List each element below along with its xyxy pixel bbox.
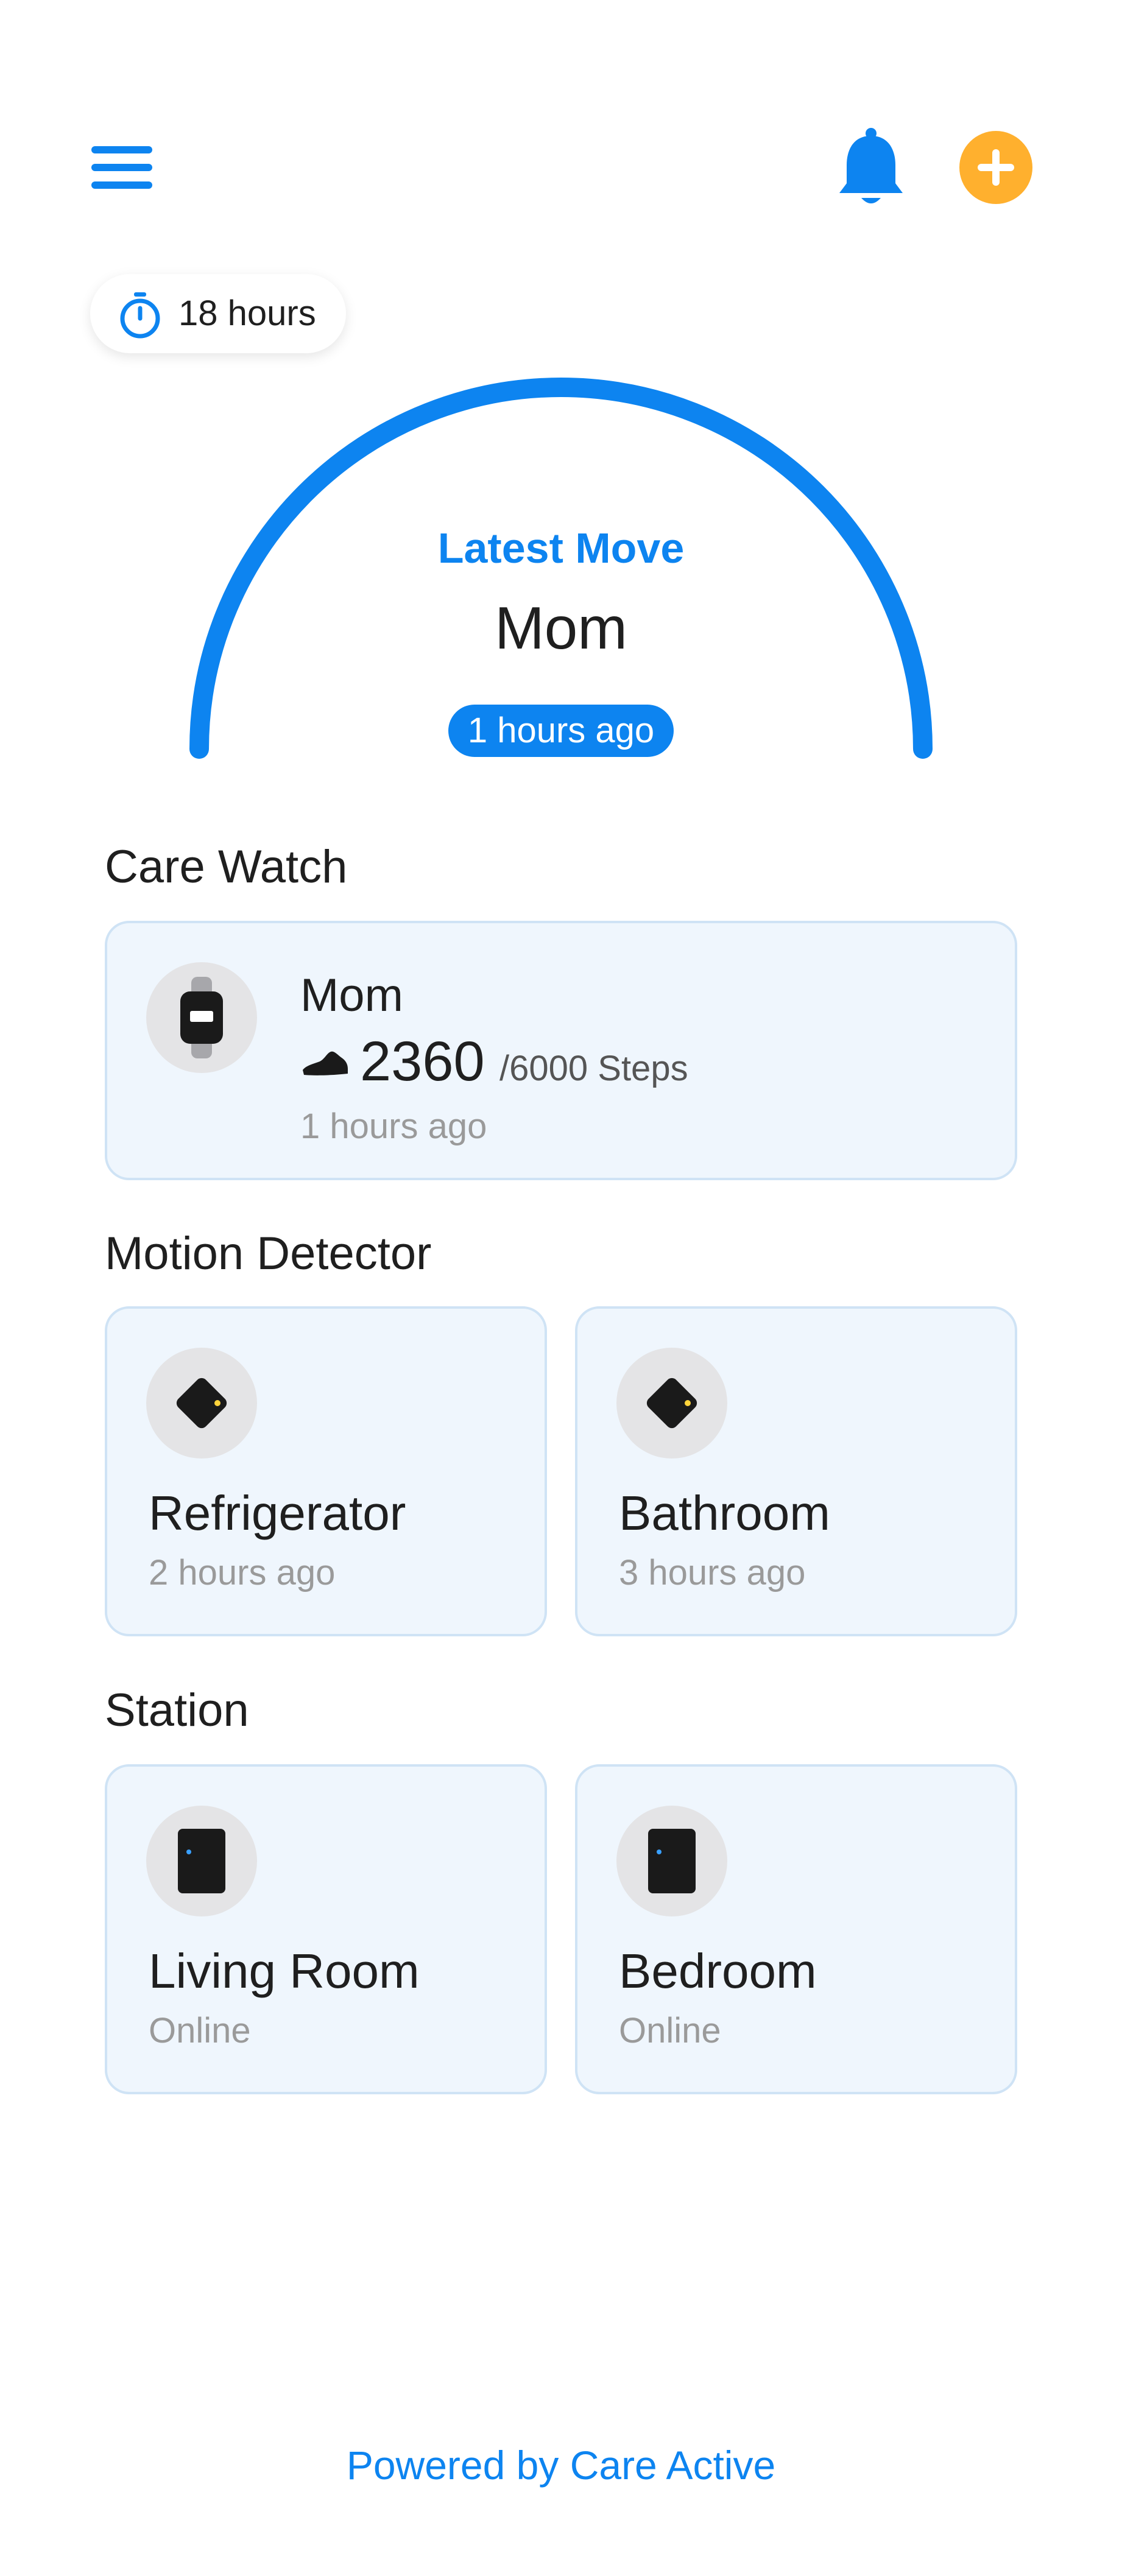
- station-icon-circle: [146, 1806, 257, 1916]
- motion-detector-time: 3 hours ago: [619, 1553, 806, 1592]
- stopwatch-icon: [120, 292, 160, 339]
- motion-detector-card-refrigerator[interactable]: Refrigerator 2 hours ago: [105, 1306, 547, 1636]
- station-icon-circle: [616, 1806, 727, 1916]
- station-card-bedroom[interactable]: Bedroom Online: [575, 1764, 1017, 2094]
- menu-bar: [91, 181, 152, 189]
- elapsed-time-pill[interactable]: 18 hours: [90, 274, 346, 353]
- add-device-button[interactable]: [959, 131, 1032, 204]
- station-label: Living Room: [149, 1944, 420, 1998]
- motion-detector-section-title: Motion Detector: [105, 1228, 432, 1279]
- motion-icon-circle: [616, 1348, 727, 1459]
- bell-icon: [839, 128, 903, 203]
- watch-wearer-name: Mom: [300, 970, 403, 1021]
- notifications-button[interactable]: [834, 125, 908, 210]
- station-status: Online: [149, 2011, 251, 2050]
- watch-icon-circle: [146, 962, 257, 1073]
- steps-goal: /6000 Steps: [499, 1049, 688, 1088]
- station-card-living-room[interactable]: Living Room Online: [105, 1764, 547, 2094]
- station-status: Online: [619, 2011, 721, 2050]
- motion-sensor-icon: [646, 1378, 697, 1429]
- station-device-icon: [648, 1829, 696, 1893]
- motion-detector-label: Bathroom: [619, 1486, 830, 1540]
- care-watch-section-title: Care Watch: [105, 841, 348, 893]
- station-section-title: Station: [105, 1684, 249, 1736]
- watch-last-seen: 1 hours ago: [300, 1107, 487, 1146]
- motion-detector-card-bathroom[interactable]: Bathroom 3 hours ago: [575, 1306, 1017, 1636]
- elapsed-time-text: 18 hours: [178, 294, 316, 333]
- latest-move-name: Mom: [495, 594, 627, 661]
- steps-count: 2360: [360, 1030, 485, 1093]
- station-device-icon: [178, 1829, 225, 1893]
- menu-bar: [91, 164, 152, 171]
- motion-detector-label: Refrigerator: [149, 1486, 406, 1540]
- smartwatch-icon: [180, 977, 223, 1058]
- motion-icon-circle: [146, 1348, 257, 1459]
- menu-button[interactable]: [85, 140, 158, 195]
- motion-sensor-icon: [176, 1378, 227, 1429]
- latest-move-time-badge: 1 hours ago: [448, 705, 674, 757]
- menu-bar: [91, 146, 152, 153]
- latest-move-label: Latest Move: [437, 524, 685, 572]
- care-watch-card[interactable]: Mom 2360 /6000 Steps 1 hours ago: [105, 921, 1017, 1180]
- powered-by-link[interactable]: Powered by Care Active: [0, 2442, 1122, 2488]
- station-label: Bedroom: [619, 1944, 817, 1998]
- shoe-icon: [303, 1051, 348, 1075]
- motion-detector-time: 2 hours ago: [149, 1553, 336, 1592]
